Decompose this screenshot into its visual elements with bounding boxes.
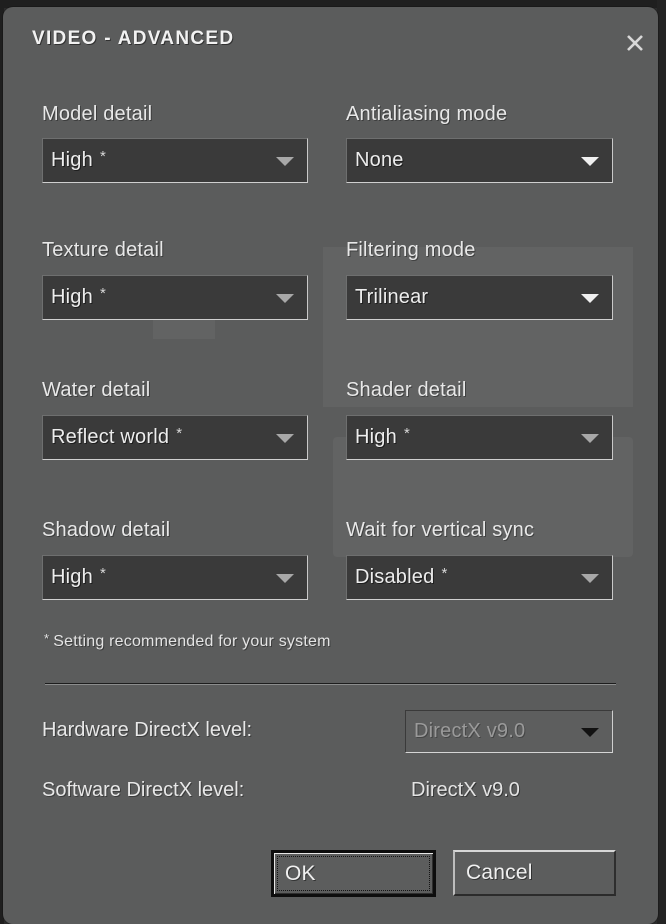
label-antialiasing-mode: Antialiasing mode [346, 103, 508, 125]
chevron-down-icon [276, 433, 294, 443]
combo-value-shadow-detail: High [51, 566, 93, 588]
chevron-down-icon [581, 433, 599, 443]
combo-texture-detail[interactable]: High * [42, 275, 308, 320]
combo-value-filtering-mode: Trilinear [355, 286, 429, 308]
combo-shader-detail[interactable]: High * [346, 415, 613, 460]
combo-value-antialiasing-mode: None [355, 149, 404, 171]
recommended-star: * [99, 285, 106, 302]
screen: VIDEO - ADVANCED Model detail High * Ant… [0, 0, 666, 924]
label-hardware-directx-level: Hardware DirectX level: [42, 719, 253, 741]
recommended-star: * [99, 148, 106, 165]
label-texture-detail: Texture detail [42, 239, 164, 261]
label-software-directx-level: Software DirectX level: [42, 779, 245, 801]
combo-water-detail[interactable]: Reflect world * [42, 415, 308, 460]
dialog-title: VIDEO - ADVANCED [32, 28, 235, 49]
label-water-detail: Water detail [42, 379, 151, 401]
combo-value-model-detail: High [51, 149, 93, 171]
chevron-down-icon [276, 573, 294, 583]
section-divider [45, 683, 616, 685]
combo-model-detail[interactable]: High * [42, 138, 308, 183]
combo-filtering-mode[interactable]: Trilinear [346, 275, 613, 320]
chevron-down-icon [581, 727, 599, 737]
combo-wait-for-vertical-sync[interactable]: Disabled * [346, 555, 613, 600]
label-shader-detail: Shader detail [346, 379, 467, 401]
label-filtering-mode: Filtering mode [346, 239, 476, 261]
footnote-text: Setting recommended for your system [53, 633, 331, 650]
chevron-down-icon [581, 293, 599, 303]
recommended-star: * [99, 565, 106, 582]
label-model-detail: Model detail [42, 103, 153, 125]
combo-hardware-directx-level[interactable]: DirectX v9.0 [405, 710, 613, 753]
recommended-star: * [176, 425, 183, 442]
footnote-star: * [44, 631, 50, 646]
background-artifact [153, 317, 215, 339]
cancel-button-label: Cancel [466, 861, 533, 884]
ok-button-label: OK [285, 861, 316, 885]
combo-value-texture-detail: High [51, 286, 93, 308]
value-software-directx-level: DirectX v9.0 [411, 779, 520, 801]
recommended-star: * [441, 565, 448, 582]
close-icon[interactable] [621, 29, 649, 57]
combo-shadow-detail[interactable]: High * [42, 555, 308, 600]
recommended-footnote: * Setting recommended for your system [44, 631, 331, 651]
combo-value-shader-detail: High [355, 426, 397, 448]
chevron-down-icon [581, 573, 599, 583]
desktop-backdrop-right [657, 0, 666, 924]
label-shadow-detail: Shadow detail [42, 519, 171, 541]
recommended-star: * [403, 425, 410, 442]
video-advanced-dialog: VIDEO - ADVANCED Model detail High * Ant… [3, 7, 658, 924]
cancel-button[interactable]: Cancel [453, 850, 616, 896]
chevron-down-icon [581, 156, 599, 166]
ok-button[interactable]: OK [271, 850, 436, 897]
chevron-down-icon [276, 293, 294, 303]
chevron-down-icon [276, 156, 294, 166]
combo-antialiasing-mode[interactable]: None [346, 138, 613, 183]
combo-value-wait-for-vertical-sync: Disabled [355, 566, 435, 588]
combo-value-hardware-directx-level: DirectX v9.0 [414, 720, 526, 742]
combo-value-water-detail: Reflect world [51, 426, 170, 448]
label-wait-for-vertical-sync: Wait for vertical sync [346, 519, 535, 541]
